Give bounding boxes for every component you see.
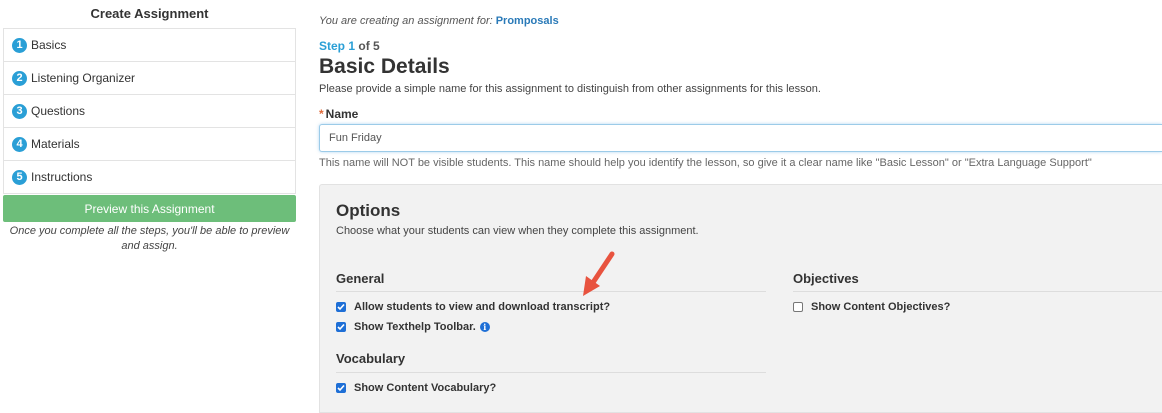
lesson-link[interactable]: Promposals [496, 15, 559, 27]
vocabulary-divider [336, 372, 766, 373]
option-content-objectives[interactable]: Show Content Objectives? [793, 301, 950, 313]
objectives-divider [793, 291, 1162, 292]
options-title: Options [336, 201, 401, 220]
general-heading: General [336, 271, 385, 286]
step-basics[interactable]: 1 Basics [4, 29, 295, 62]
page-description: Please provide a simple name for this as… [319, 83, 821, 95]
page-title: Basic Details [319, 55, 450, 78]
required-marker: * [319, 107, 324, 121]
option-label: Show Content Vocabulary? [354, 382, 497, 394]
objectives-heading: Objectives [793, 271, 859, 286]
vocabulary-heading: Vocabulary [336, 351, 406, 366]
preview-assignment-button[interactable]: Preview this Assignment [3, 195, 296, 222]
checkbox-checked[interactable] [336, 322, 346, 332]
option-content-vocabulary[interactable]: Show Content Vocabulary? [336, 382, 496, 394]
step-label: Listening Organizer [31, 71, 136, 85]
step-label: Basics [31, 38, 67, 52]
options-description: Choose what your students can view when … [336, 225, 699, 237]
step-number-badge: 2 [12, 70, 27, 86]
checkbox-checked[interactable] [336, 383, 346, 393]
general-divider [336, 291, 766, 292]
steps-list: 1 Basics 2 Listening Organizer 3 Questio… [3, 28, 296, 194]
info-icon[interactable]: i [479, 322, 490, 332]
step-materials[interactable]: 4 Materials [4, 128, 295, 161]
checkbox-unchecked[interactable] [793, 302, 803, 312]
step-current: 1 [348, 39, 356, 53]
step-number-badge: 3 [12, 103, 27, 119]
option-texthelp-toolbar[interactable]: Show Texthelp Toolbar. i [336, 321, 490, 333]
step-number-badge: 5 [12, 169, 27, 185]
option-allow-transcript[interactable]: Allow students to view and download tran… [336, 301, 610, 313]
step-label: Instructions [31, 170, 93, 184]
option-label: Show Content Objectives? [811, 301, 951, 313]
options-panel: Options Choose what your students can vi… [319, 184, 1162, 413]
step-questions[interactable]: 3 Questions [4, 95, 295, 128]
step-instructions[interactable]: 5 Instructions [4, 161, 295, 194]
step-number-badge: 4 [12, 136, 27, 152]
creating-for-line: You are creating an assignment for: Prom… [319, 15, 559, 27]
annotation-arrow-icon [583, 251, 615, 296]
assignment-name-input[interactable] [319, 124, 1162, 152]
option-label: Allow students to view and download tran… [354, 301, 611, 313]
step-label: Questions [31, 104, 86, 118]
step-total: of 5 [358, 39, 380, 53]
name-help-text: This name will NOT be visible students. … [319, 157, 1092, 169]
checkbox-checked[interactable] [336, 302, 346, 312]
step-number-badge: 1 [12, 37, 27, 53]
step-word: Step [319, 39, 346, 53]
step-listening-organizer[interactable]: 2 Listening Organizer [4, 62, 295, 95]
sidebar-title: Create Assignment [90, 6, 209, 21]
preview-note: Once you complete all the steps, you'll … [9, 225, 290, 252]
name-label-text: Name [325, 107, 359, 121]
option-label: Show Texthelp Toolbar. [354, 321, 476, 333]
step-indicator: Step 1 of 5 [319, 39, 380, 53]
assignment-steps-sidebar: Create Assignment 1 Basics 2 Listening O… [3, 0, 296, 254]
creating-prefix: You are creating an assignment for: [319, 15, 496, 27]
step-label: Materials [31, 137, 80, 151]
name-field-label: * Name [319, 107, 358, 121]
